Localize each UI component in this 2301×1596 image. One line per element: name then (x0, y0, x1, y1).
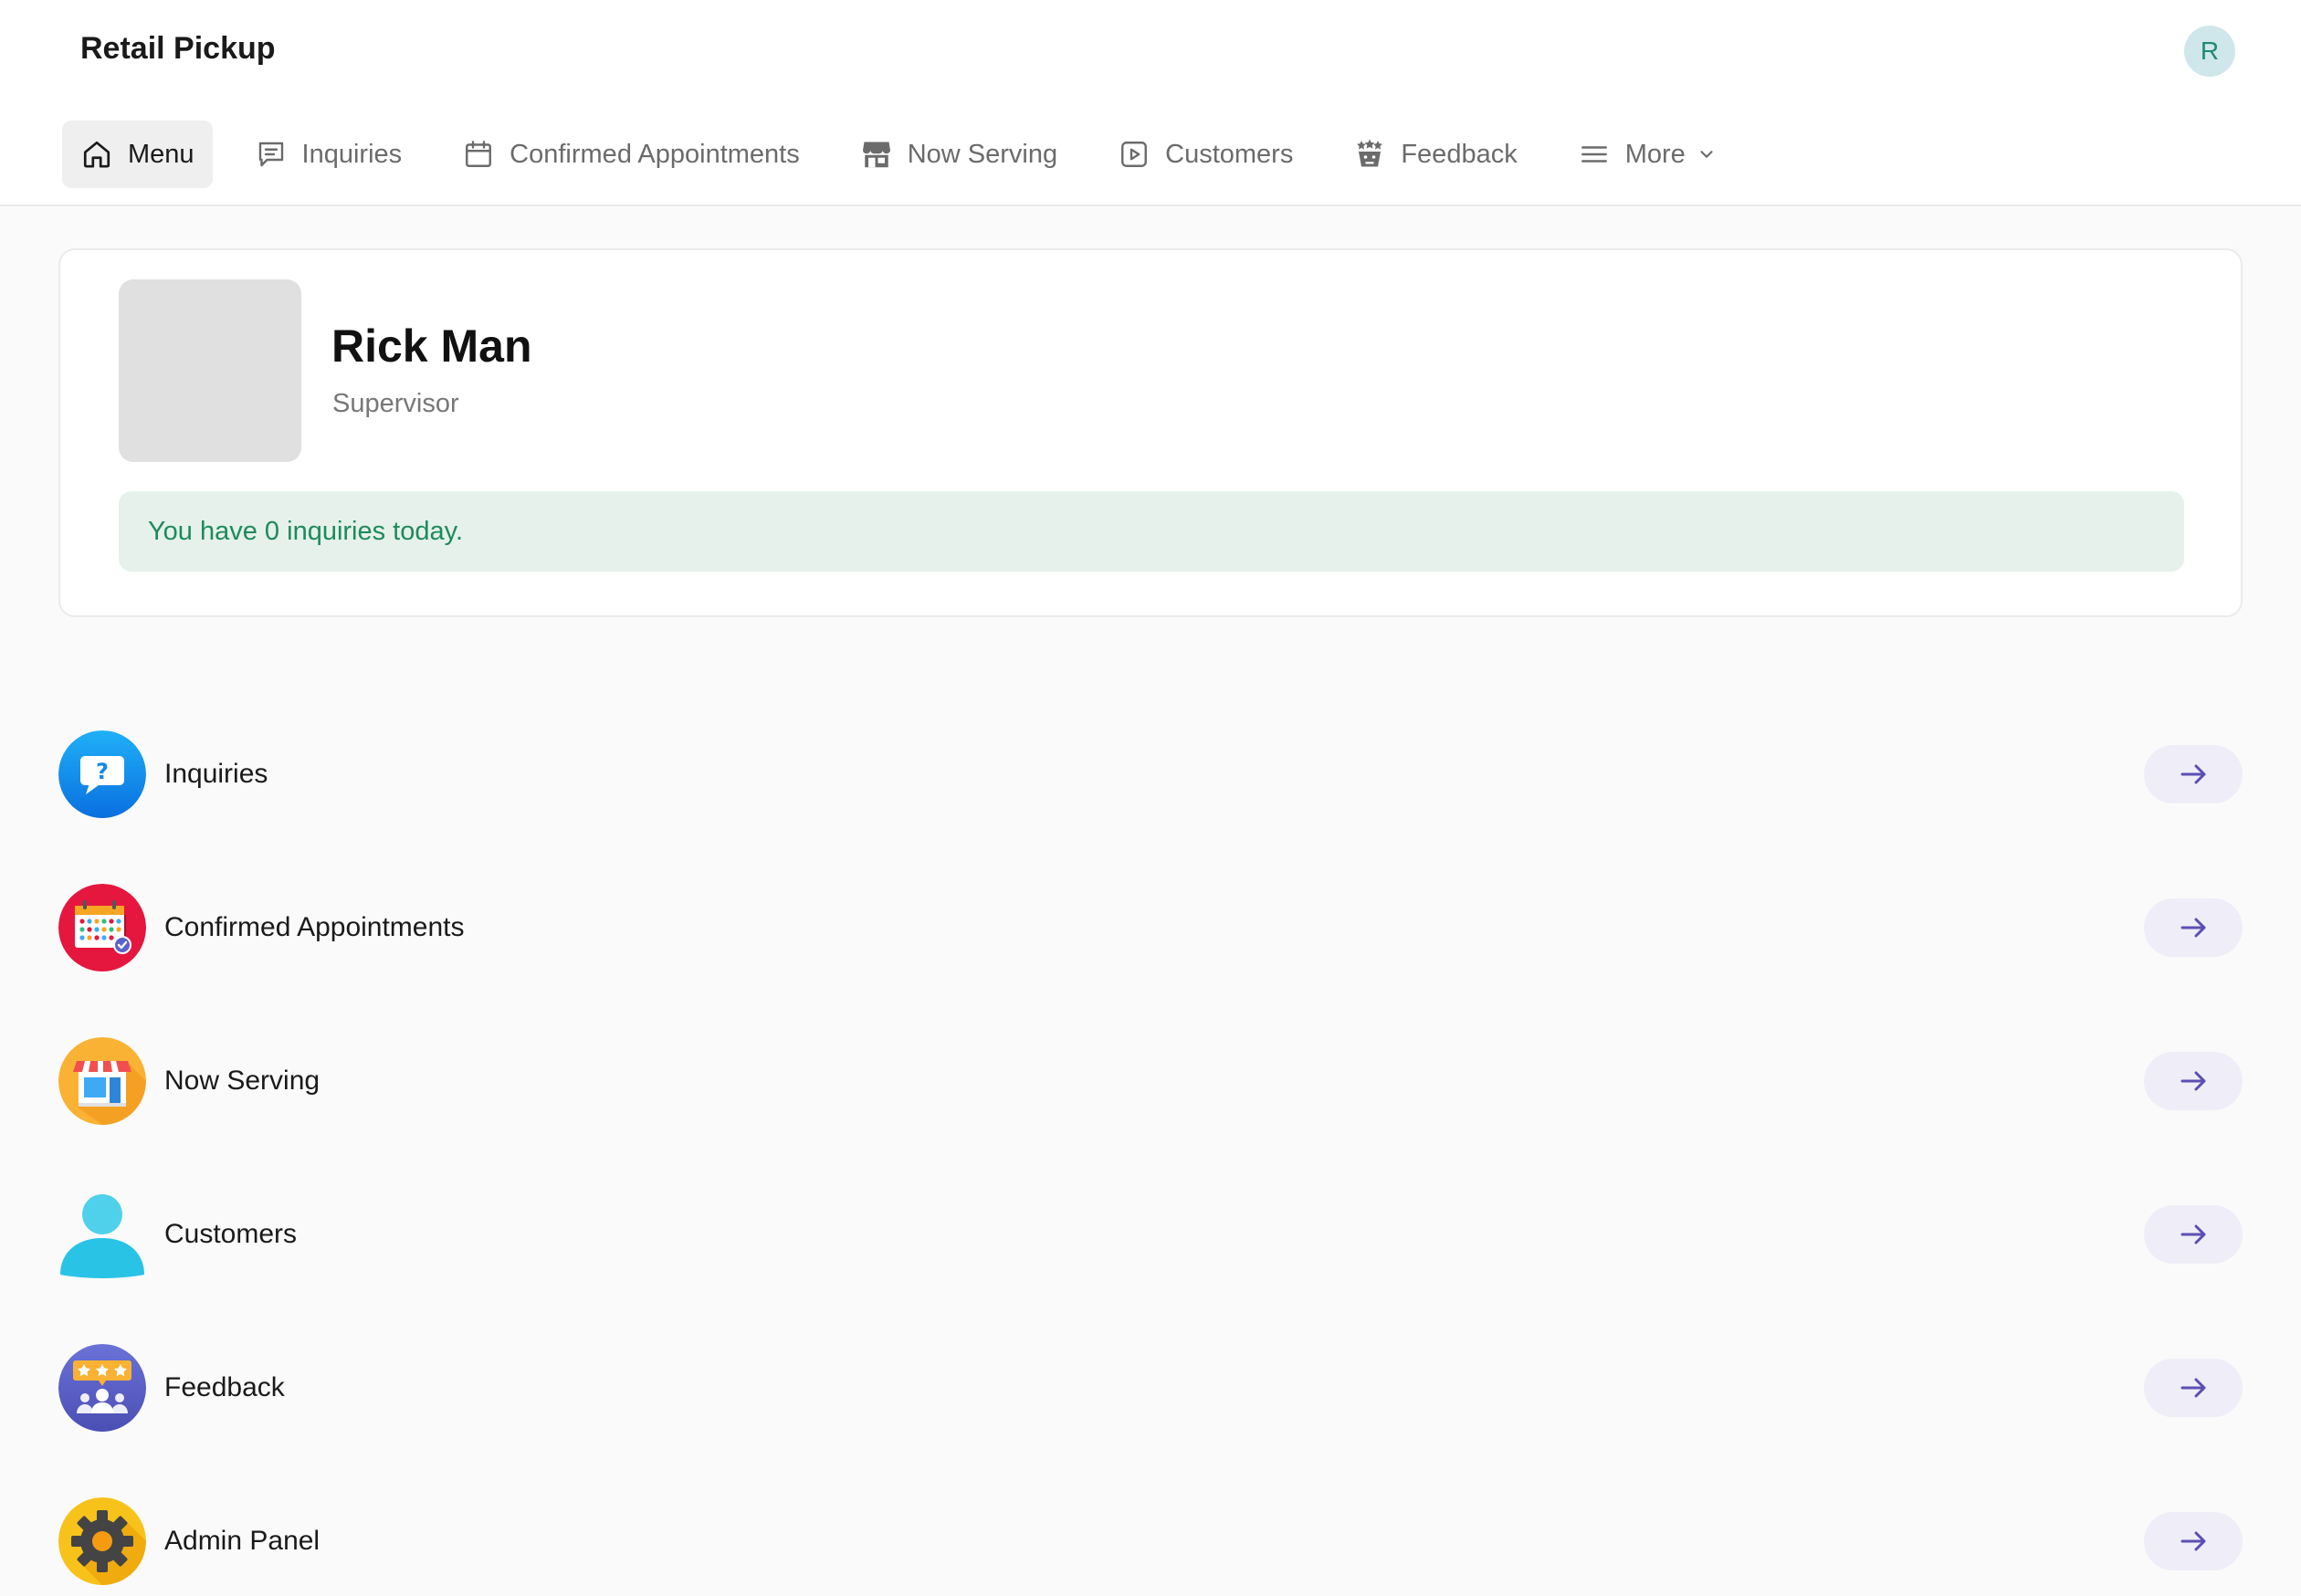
stars-basket-icon (1353, 138, 1386, 171)
menu-list: ? Inquiries Confirmed Appointments Now S… (58, 698, 2243, 1596)
nav-item-feedback[interactable]: Feedback (1335, 121, 1535, 188)
store-icon (860, 138, 893, 171)
open-customers-button[interactable] (2144, 1205, 2243, 1264)
profile-photo (119, 279, 301, 462)
nav-item-confirmed-appointments[interactable]: Confirmed Appointments (444, 121, 818, 188)
user-icon (58, 1191, 146, 1278)
arrow-right-icon (2180, 1224, 2206, 1244)
menu-item-label: Feedback (164, 1372, 285, 1402)
calendar-icon (462, 138, 495, 171)
user-avatar[interactable]: R (2184, 26, 2235, 77)
nav-item-more[interactable]: More (1560, 121, 1735, 188)
chevron-down-icon (1697, 144, 1717, 164)
profile-name: Rick Man (331, 320, 532, 372)
nav-item-now-serving[interactable]: Now Serving (842, 121, 1076, 188)
nav-item-label: Inquiries (301, 139, 403, 169)
play-square-icon (1118, 138, 1150, 171)
menu-item-label: Confirmed Appointments (164, 912, 465, 942)
menu-item-customers[interactable]: Customers (58, 1158, 2243, 1311)
home-icon (80, 138, 113, 171)
open-inquiries-button[interactable] (2144, 745, 2243, 803)
menu-item-label: Now Serving (164, 1066, 320, 1096)
storefront-icon (58, 1037, 146, 1125)
open-now-serving-button[interactable] (2144, 1052, 2243, 1110)
top-header: Retail Pickup R Menu Inquiries Confirmed… (0, 0, 2301, 206)
menu-item-confirmed-appointments[interactable]: Confirmed Appointments (58, 851, 2243, 1004)
menu-item-now-serving[interactable]: Now Serving (58, 1004, 2243, 1158)
arrow-right-icon (2180, 918, 2206, 938)
arrow-right-icon (2180, 764, 2206, 784)
nav-item-label: More (1624, 139, 1686, 169)
menu-item-label: Admin Panel (164, 1526, 320, 1556)
question-bubble-icon: ? (58, 730, 146, 818)
open-feedback-button[interactable] (2144, 1359, 2243, 1417)
main-nav: Menu Inquiries Confirmed Appointments No… (62, 121, 1759, 188)
gear-icon (58, 1497, 146, 1585)
open-confirmed-appointments-button[interactable] (2144, 898, 2243, 957)
nav-item-label: Customers (1165, 139, 1294, 169)
rating-group-icon (58, 1344, 146, 1432)
nav-item-label: Confirmed Appointments (510, 139, 800, 169)
nav-item-label: Feedback (1401, 139, 1518, 169)
arrow-right-icon (2180, 1071, 2206, 1091)
menu-item-feedback[interactable]: Feedback (58, 1311, 2243, 1465)
nav-item-customers[interactable]: Customers (1099, 121, 1311, 188)
nav-item-label: Now Serving (907, 139, 1058, 169)
hamburger-icon (1578, 138, 1611, 171)
profile-card: Rick Man Supervisor You have 0 inquiries… (58, 248, 2243, 617)
menu-item-label: Customers (164, 1219, 298, 1249)
profile-role: Supervisor (332, 389, 459, 418)
inquiries-notice: You have 0 inquiries today. (119, 491, 2184, 572)
arrow-right-icon (2180, 1531, 2206, 1551)
menu-item-label: Inquiries (164, 759, 268, 789)
arrow-right-icon (2180, 1378, 2206, 1398)
svg-text:?: ? (96, 759, 109, 784)
nav-item-inquiries[interactable]: Inquiries (236, 121, 421, 188)
menu-item-inquiries[interactable]: ? Inquiries (58, 698, 2243, 851)
open-admin-panel-button[interactable] (2144, 1512, 2243, 1570)
menu-item-admin-panel[interactable]: Admin Panel (58, 1465, 2243, 1596)
nav-item-label: Menu (128, 139, 194, 169)
app-title: Retail Pickup (80, 31, 276, 66)
calendar-check-icon (58, 884, 146, 971)
nav-item-menu[interactable]: Menu (62, 121, 213, 188)
chat-icon (255, 138, 288, 171)
